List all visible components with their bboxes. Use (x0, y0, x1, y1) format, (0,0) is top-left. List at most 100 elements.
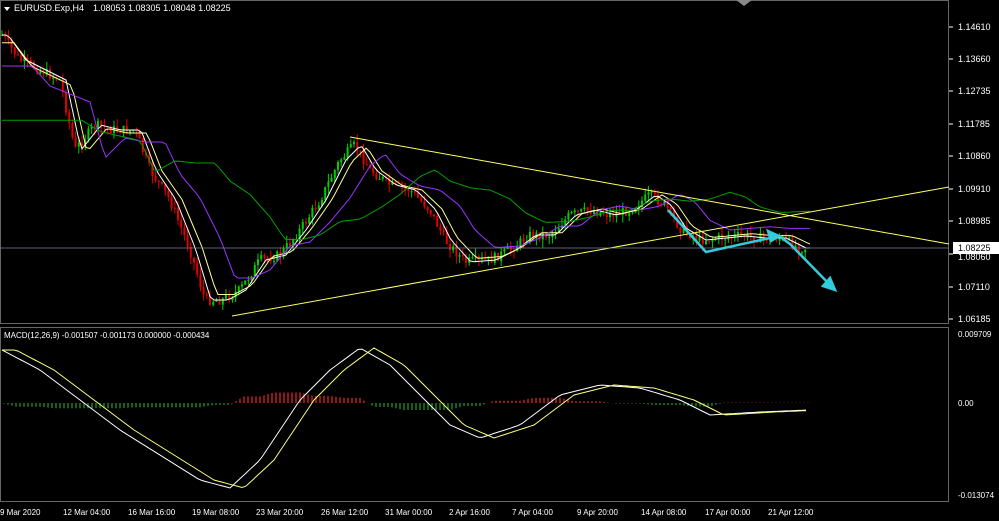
candle-body (420, 197, 423, 202)
time-label: 31 Mar 00:00 (385, 508, 433, 517)
candle-body (154, 175, 157, 181)
candle-body (65, 92, 67, 113)
candle-body (241, 284, 243, 287)
chart-window[interactable]: EURUSD.Exp,H4 1.08053 1.08305 1.08048 1.… (0, 0, 999, 521)
candle-body (778, 238, 781, 241)
candle-body (410, 191, 413, 193)
candle-body (333, 170, 336, 178)
candle-body (567, 213, 570, 220)
candle-body (439, 226, 442, 231)
candle-body (183, 227, 186, 236)
candle-body (205, 294, 208, 296)
current-price-value: 1.08225 (958, 243, 991, 253)
candle-body (324, 187, 327, 200)
candle-body (177, 208, 179, 220)
candle-body (426, 207, 429, 210)
candle-body (180, 219, 183, 228)
candle-body (449, 243, 451, 251)
candle-body (314, 207, 317, 210)
candle-body (362, 150, 365, 165)
candle-body (359, 150, 362, 152)
time-label: 17 Apr 00:00 (705, 508, 751, 517)
time-label: 16 Mar 16:00 (128, 508, 176, 517)
candle-body (423, 201, 426, 208)
candle-body (276, 251, 279, 261)
candle-body (721, 234, 723, 240)
candle-body (289, 243, 291, 246)
candle-body (503, 248, 506, 252)
candle-body (705, 241, 707, 245)
candle-body (71, 122, 74, 138)
candle-body (49, 69, 51, 79)
time-label: 9 Apr 20:00 (577, 508, 618, 517)
candle-body (157, 180, 160, 182)
candle-body (170, 196, 173, 209)
candle-body (317, 205, 320, 210)
candle-body (628, 213, 631, 216)
candle-body (458, 255, 461, 257)
candle-body (52, 77, 55, 79)
time-label: 12 Mar 04:00 (63, 508, 111, 517)
candle-body (471, 257, 474, 259)
candle-body (372, 168, 375, 174)
candle-body (74, 137, 77, 147)
candle-body (218, 300, 221, 305)
ohlc-label: 1.08053 1.08305 1.08048 1.08225 (93, 3, 231, 13)
price-tick: 1.12735 (958, 86, 991, 96)
time-label: 19 Mar 08:00 (192, 508, 240, 517)
candle-body (625, 207, 627, 216)
candle-body (461, 255, 464, 257)
candle-body (330, 177, 333, 182)
time-label: 9 Mar 2020 (0, 508, 41, 517)
candle-body (263, 254, 266, 258)
candle-body (580, 208, 583, 212)
candle-body (68, 112, 71, 123)
time-label: 2 Apr 16:00 (449, 508, 490, 517)
chart-background (0, 0, 999, 521)
macd-tick: -0.013074 (958, 491, 995, 500)
candle-body (337, 162, 339, 171)
candle-body (225, 295, 227, 299)
candle-body (493, 252, 496, 263)
candle-body (301, 222, 304, 229)
macd-tick: 0.009709 (958, 330, 992, 339)
candle-body (237, 286, 240, 292)
candle-body (570, 212, 573, 214)
candle-body (212, 301, 215, 305)
candle-body (340, 159, 343, 163)
candle-body (97, 120, 99, 128)
time-label: 7 Apr 04:00 (512, 508, 553, 517)
candle-body (433, 214, 435, 216)
candle-body (247, 279, 250, 281)
price-tick: 1.10860 (958, 151, 991, 161)
price-tick: 1.11785 (958, 119, 990, 129)
candle-body (167, 190, 170, 197)
candle-body (583, 207, 586, 209)
symbol-label: EURUSD.Exp,H4 (14, 3, 84, 13)
candle-body (436, 215, 439, 227)
candle-body (586, 207, 589, 211)
candle-body (708, 241, 711, 243)
candle-body (311, 207, 314, 218)
candle-body (273, 260, 275, 262)
candle-body (17, 54, 19, 56)
candle-body (365, 164, 368, 166)
candle-body (701, 235, 704, 245)
candle-body (202, 287, 205, 295)
candle-body (346, 147, 349, 158)
macd-label: MACD(12,26,9) -0.001507 -0.001173 0.0000… (4, 331, 210, 340)
time-label: 14 Apr 08:00 (641, 508, 687, 517)
price-tick: 1.07110 (958, 282, 990, 292)
candle-body (509, 247, 512, 251)
candle-body (644, 194, 647, 201)
candle-body (724, 239, 727, 241)
candle-body (327, 181, 330, 188)
candle-body (13, 47, 16, 55)
candle-body (429, 209, 432, 215)
candle-body (138, 131, 141, 139)
time-label: 21 Apr 12:00 (768, 508, 814, 517)
candle-body (266, 257, 269, 259)
time-label: 26 Mar 12:00 (321, 508, 369, 517)
candle-body (257, 259, 259, 266)
candle-body (189, 246, 192, 258)
